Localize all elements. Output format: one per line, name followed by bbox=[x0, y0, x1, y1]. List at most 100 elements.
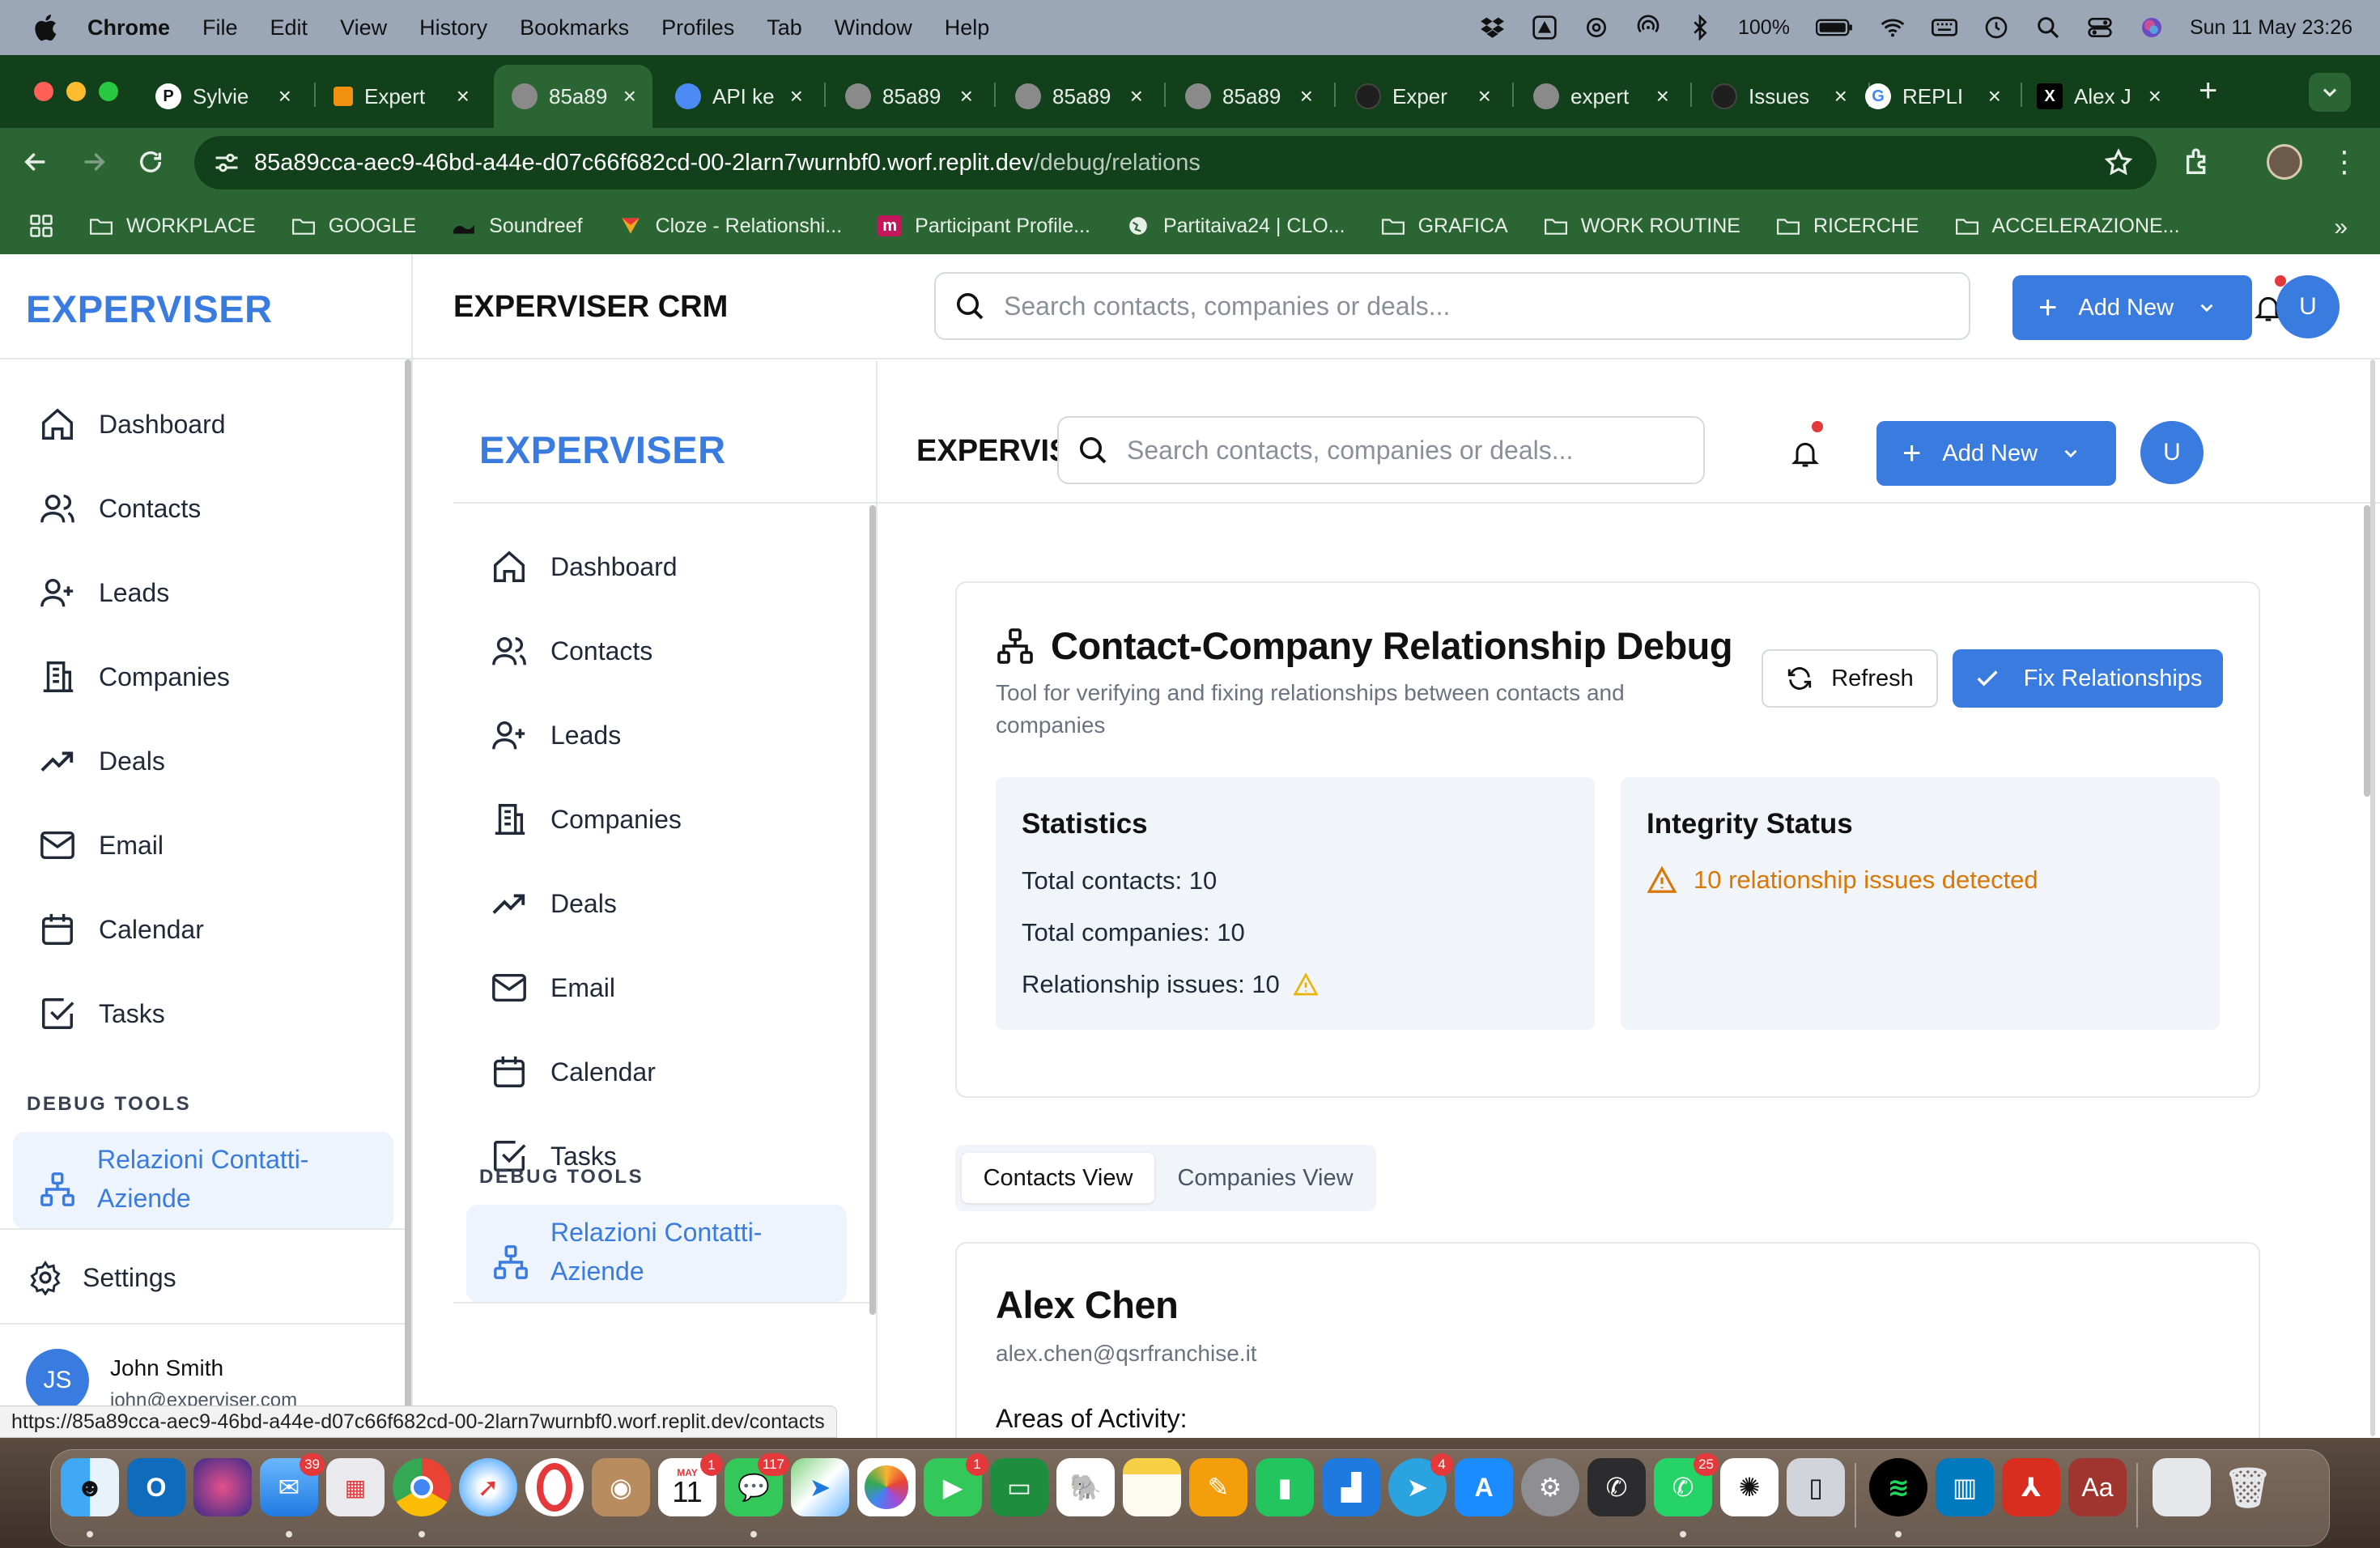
bookmark-soundreef[interactable]: Soundreef bbox=[452, 215, 583, 238]
window-zoom-button[interactable] bbox=[99, 82, 118, 101]
menu-help[interactable]: Help bbox=[945, 15, 990, 40]
wifi-icon[interactable] bbox=[1879, 14, 1906, 41]
inner-sidebar-item-calendar[interactable]: Calendar bbox=[453, 1030, 876, 1114]
tab-close-icon[interactable]: × bbox=[790, 83, 803, 109]
inner-sidebar-item-relazioni-contatti-aziende[interactable]: Relazioni Contatti- Aziende bbox=[466, 1205, 847, 1302]
browser-tab[interactable]: Expert × bbox=[316, 65, 486, 128]
drive-triangle-icon[interactable] bbox=[1531, 14, 1558, 41]
system-settings-icon[interactable]: ⚙ bbox=[1521, 1458, 1579, 1516]
menu-file[interactable]: File bbox=[202, 15, 238, 40]
browser-tab[interactable]: 85a89 × bbox=[1167, 65, 1329, 128]
trello-icon[interactable]: ▥ bbox=[1936, 1458, 1994, 1516]
browser-tab[interactable]: X Alex J × bbox=[2019, 65, 2178, 128]
bookmark-participant-profile[interactable]: m Participant Profile... bbox=[878, 215, 1090, 238]
inner-sidebar-item-dashboard[interactable]: Dashboard bbox=[453, 525, 876, 609]
photos-icon[interactable] bbox=[857, 1458, 916, 1516]
sidebar-item-email[interactable]: Email bbox=[0, 803, 411, 887]
trash-icon[interactable]: 🗑 bbox=[2219, 1458, 2277, 1516]
inner-experviser-logo[interactable]: EXPERVISER bbox=[479, 427, 726, 472]
sidebar-item-leads[interactable]: Leads bbox=[0, 551, 411, 635]
sidebar-item-deals[interactable]: Deals bbox=[0, 719, 411, 803]
inner-sidebar-item-email[interactable]: Email bbox=[453, 946, 876, 1030]
chrome-icon[interactable] bbox=[393, 1458, 451, 1516]
sidebar-item-companies[interactable]: Companies bbox=[0, 635, 411, 719]
iphone-mirroring-icon[interactable]: ▯ bbox=[1787, 1458, 1845, 1516]
sidebar-scrollbar[interactable] bbox=[405, 359, 411, 1438]
add-new-button[interactable]: + Add New bbox=[2012, 275, 2252, 340]
siri-app-icon[interactable] bbox=[193, 1458, 252, 1516]
browser-tab[interactable]: Exper × bbox=[1337, 65, 1507, 128]
phone-icon[interactable]: ✆ bbox=[1587, 1458, 1646, 1516]
siri-icon[interactable] bbox=[2138, 14, 2165, 41]
tab-close-icon[interactable]: × bbox=[1656, 83, 1669, 109]
sidebar-item-dashboard[interactable]: Dashboard bbox=[0, 382, 411, 466]
reload-icon[interactable] bbox=[133, 144, 168, 180]
sidebar-item-contacts[interactable]: Contacts bbox=[0, 466, 411, 551]
chatgpt-app-icon[interactable]: ✺ bbox=[1720, 1458, 1779, 1516]
evernote-icon[interactable]: 🐘 bbox=[1056, 1458, 1115, 1516]
more-bookmarks-chevron-icon[interactable]: » bbox=[2334, 214, 2348, 241]
tab-close-icon[interactable]: × bbox=[1300, 83, 1313, 109]
keynote-icon[interactable]: ▟ bbox=[1322, 1458, 1380, 1516]
battery-icon[interactable] bbox=[1814, 14, 1855, 41]
profile-avatar[interactable] bbox=[2267, 144, 2302, 180]
browser-tab[interactable]: 85a89 × bbox=[997, 65, 1159, 128]
tab-companies-view[interactable]: Companies View bbox=[1161, 1153, 1370, 1203]
telegram-icon[interactable]: ➤ 4 bbox=[1388, 1453, 1453, 1516]
bookmark-folder-work-routine[interactable]: WORK ROUTINE bbox=[1544, 215, 1740, 238]
tab-close-icon[interactable]: × bbox=[1988, 83, 2001, 109]
bookmark-partitaiva24[interactable]: Partitaiva24 | CLO... bbox=[1126, 215, 1345, 238]
contacts-app-icon[interactable]: ◉ bbox=[592, 1458, 650, 1516]
menu-window[interactable]: Window bbox=[835, 15, 912, 40]
airdrop-icon[interactable] bbox=[1634, 14, 1662, 41]
inner-sidebar-item-contacts[interactable]: Contacts bbox=[453, 609, 876, 693]
menu-tab[interactable]: Tab bbox=[767, 15, 802, 40]
bookmark-folder-grafica[interactable]: GRAFICA bbox=[1381, 215, 1508, 238]
bookmark-cloze[interactable]: Cloze - Relationshi... bbox=[618, 215, 842, 238]
inner-global-search[interactable] bbox=[1057, 416, 1705, 484]
pages-icon[interactable]: ✎ bbox=[1189, 1458, 1247, 1516]
menu-edit[interactable]: Edit bbox=[270, 15, 308, 40]
bookmark-folder-ricerche[interactable]: RICERCHE bbox=[1776, 215, 1919, 238]
whatsapp-icon[interactable]: ✆ 25 bbox=[1654, 1453, 1719, 1516]
inner-user-avatar-button[interactable]: U bbox=[2140, 421, 2204, 484]
menu-history[interactable]: History bbox=[419, 15, 487, 40]
outlook-icon[interactable]: O bbox=[127, 1458, 185, 1516]
user-avatar-button[interactable]: U bbox=[2276, 275, 2340, 338]
opera-icon[interactable] bbox=[525, 1458, 584, 1516]
chat-app-icon[interactable]: ▭ bbox=[990, 1458, 1048, 1516]
tab-close-icon[interactable]: × bbox=[457, 83, 470, 109]
menu-bar-clock[interactable]: Sun 11 May 23:26 bbox=[2190, 16, 2352, 40]
spotify-icon[interactable]: ≋ bbox=[1869, 1458, 1927, 1516]
bookmark-folder-workplace[interactable]: WORKPLACE bbox=[89, 215, 256, 238]
experviser-logo[interactable]: EXPERVISER bbox=[26, 287, 273, 331]
tab-contacts-view[interactable]: Contacts View bbox=[962, 1153, 1154, 1203]
mail-app-icon[interactable]: ✉ 39 bbox=[260, 1453, 325, 1516]
finder-icon[interactable]: ☻ bbox=[61, 1458, 119, 1516]
sidebar-item-relazioni-contatti-aziende[interactable]: Relazioni Contatti- Aziende bbox=[13, 1132, 393, 1229]
inner-sidebar-item-leads[interactable]: Leads bbox=[453, 693, 876, 777]
fix-relationships-button[interactable]: Fix Relationships bbox=[1953, 649, 2223, 708]
dropbox-icon[interactable] bbox=[1479, 14, 1507, 41]
refresh-button[interactable]: Refresh bbox=[1762, 649, 1938, 708]
safari-icon[interactable]: ➚ bbox=[459, 1458, 517, 1516]
browser-tab[interactable]: 85a89 × bbox=[827, 65, 989, 128]
control-center-icon[interactable] bbox=[2086, 14, 2114, 41]
maps-icon[interactable]: ➤ bbox=[791, 1458, 849, 1516]
browser-tab[interactable]: Issues × bbox=[1694, 65, 1864, 128]
address-bar[interactable]: 85a89cca-aec9-46bd-a44e-d07c66f682cd-00-… bbox=[194, 136, 2157, 189]
extensions-puzzle-icon[interactable] bbox=[2182, 146, 2215, 178]
inner-search-input[interactable] bbox=[1127, 435, 1643, 466]
browser-tab[interactable]: API ke × bbox=[657, 65, 819, 128]
inner-sidebar-item-companies[interactable]: Companies bbox=[453, 777, 876, 861]
search-input[interactable] bbox=[1004, 291, 1830, 321]
main-scrollbar[interactable] bbox=[2364, 505, 2370, 797]
downloads-stack-icon[interactable] bbox=[2153, 1458, 2211, 1516]
browser-menu-kebab-icon[interactable]: ⋮ bbox=[2328, 144, 2361, 180]
tab-close-icon[interactable]: × bbox=[278, 83, 291, 109]
apps-grid-icon[interactable] bbox=[29, 214, 53, 238]
inner-sidebar-item-deals[interactable]: Deals bbox=[453, 861, 876, 946]
bookmark-star-icon[interactable] bbox=[2103, 147, 2134, 178]
spotlight-search-icon[interactable] bbox=[2034, 14, 2062, 41]
tab-search-chevron-icon[interactable] bbox=[2309, 73, 2351, 112]
